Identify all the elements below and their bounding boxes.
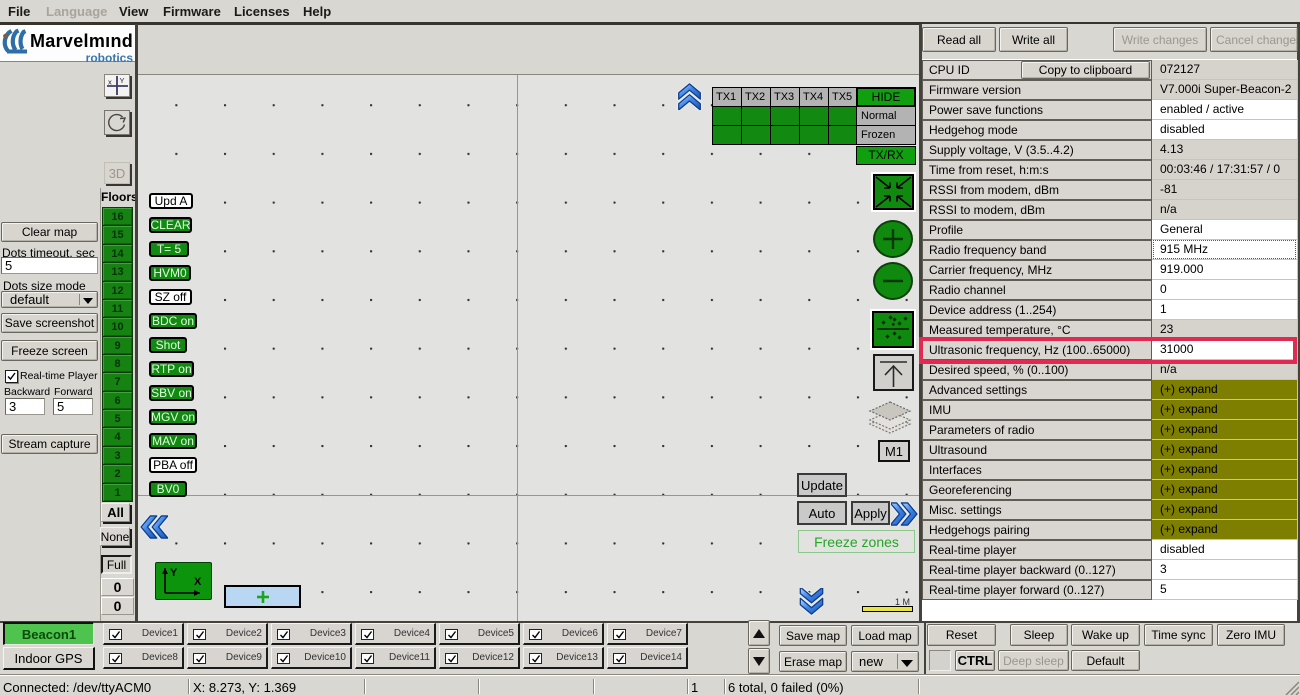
svg-text:x: x (108, 78, 112, 87)
svg-text:X: X (194, 576, 202, 588)
svg-text:Y: Y (120, 76, 125, 85)
svg-text:Y: Y (170, 567, 178, 579)
